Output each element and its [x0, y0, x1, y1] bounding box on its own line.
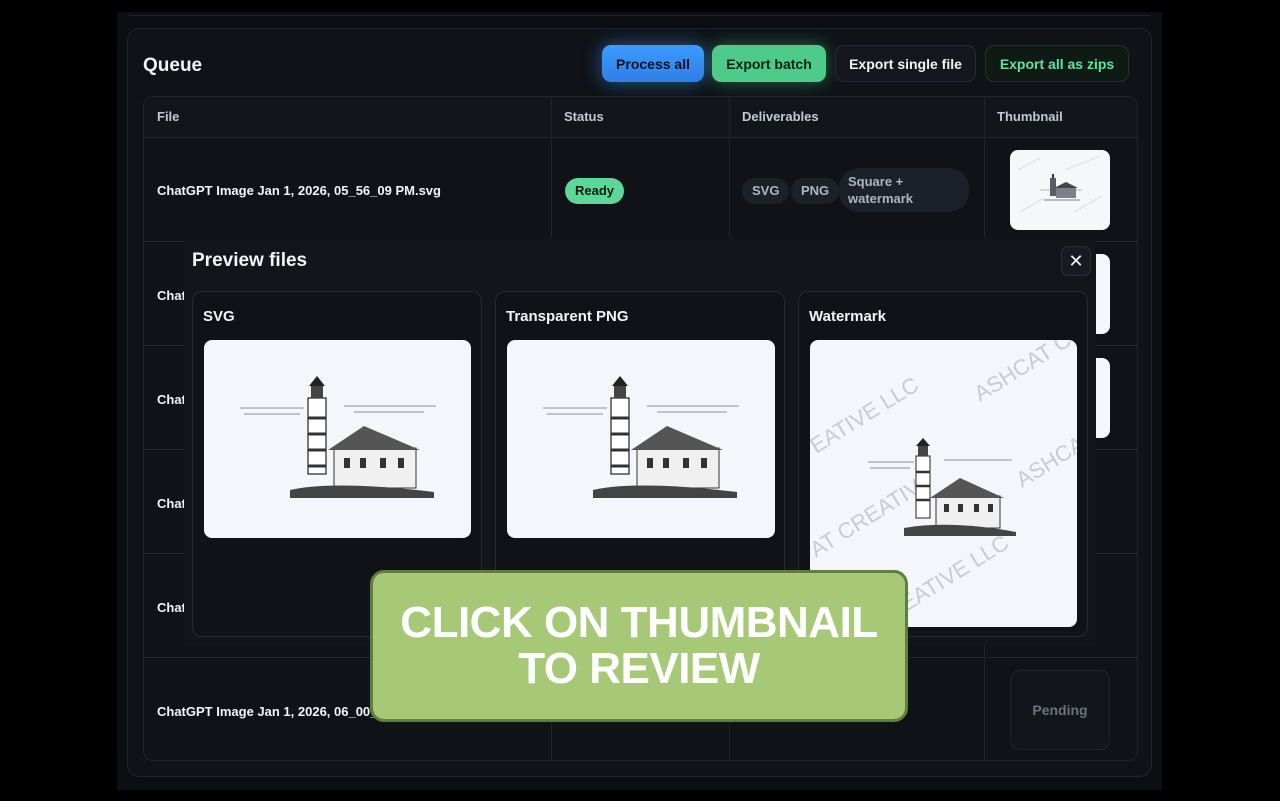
close-icon[interactable]: ✕ — [1061, 246, 1091, 276]
table-row[interactable]: ChatGPT Image Jan 1, 2026, 05_56_09 PM.s… — [144, 138, 1137, 242]
deliverable-chip-svg: SVG — [742, 178, 790, 204]
top-strip — [127, 12, 1152, 16]
column-header-status: Status — [564, 109, 604, 124]
column-header-deliverables: Deliverables — [742, 109, 819, 124]
export-single-file-button[interactable]: Export single file — [835, 45, 976, 82]
export-batch-button[interactable]: Export batch — [712, 45, 826, 82]
file-name: Chat — [157, 496, 186, 511]
file-name: Chat — [157, 288, 186, 303]
status-badge: Ready — [565, 178, 625, 204]
watermark-text: ASHCAT CR — [969, 340, 1077, 406]
column-header-thumbnail: Thumbnail — [997, 109, 1063, 124]
modal-title: Preview files — [192, 250, 308, 271]
thumbnail[interactable] — [1094, 358, 1110, 438]
card-title: Watermark — [809, 308, 886, 325]
thumbnail[interactable] — [1010, 150, 1110, 230]
instruction-callout: CLICK ON THUMBNAIL TO REVIEW — [370, 570, 908, 722]
column-header-file: File — [157, 109, 180, 124]
queue-title: Queue — [143, 55, 203, 76]
file-name: ChatGPT Image Jan 1, 2026, 06_00_2 — [157, 704, 385, 719]
svg-preview-image[interactable] — [204, 340, 471, 538]
deliverable-chip-watermark: Square + watermark — [839, 168, 969, 212]
deliverable-chip-png: PNG — [791, 178, 840, 204]
thumbnail-pending: Pending — [1010, 670, 1110, 750]
file-name: Chat — [157, 392, 186, 407]
export-all-zips-button[interactable]: Export all as zips — [985, 45, 1129, 82]
watermark-text: ASHCA — [1011, 431, 1077, 493]
png-preview-image[interactable] — [507, 340, 775, 538]
table-header: File Status Deliverables Thumbnail — [144, 97, 1137, 138]
file-name: Chat — [157, 600, 186, 615]
process-all-button[interactable]: Process all — [602, 45, 704, 82]
card-title: SVG — [203, 308, 235, 325]
thumbnail[interactable] — [1094, 254, 1110, 334]
file-name: ChatGPT Image Jan 1, 2026, 05_56_09 PM.s… — [157, 183, 441, 198]
watermark-text: EATIVE LLC — [895, 530, 1013, 616]
watermark-text: EATIVE LLC — [810, 372, 923, 458]
card-title: Transparent PNG — [506, 308, 629, 325]
watermark-text: AT CREATIV — [810, 474, 926, 562]
